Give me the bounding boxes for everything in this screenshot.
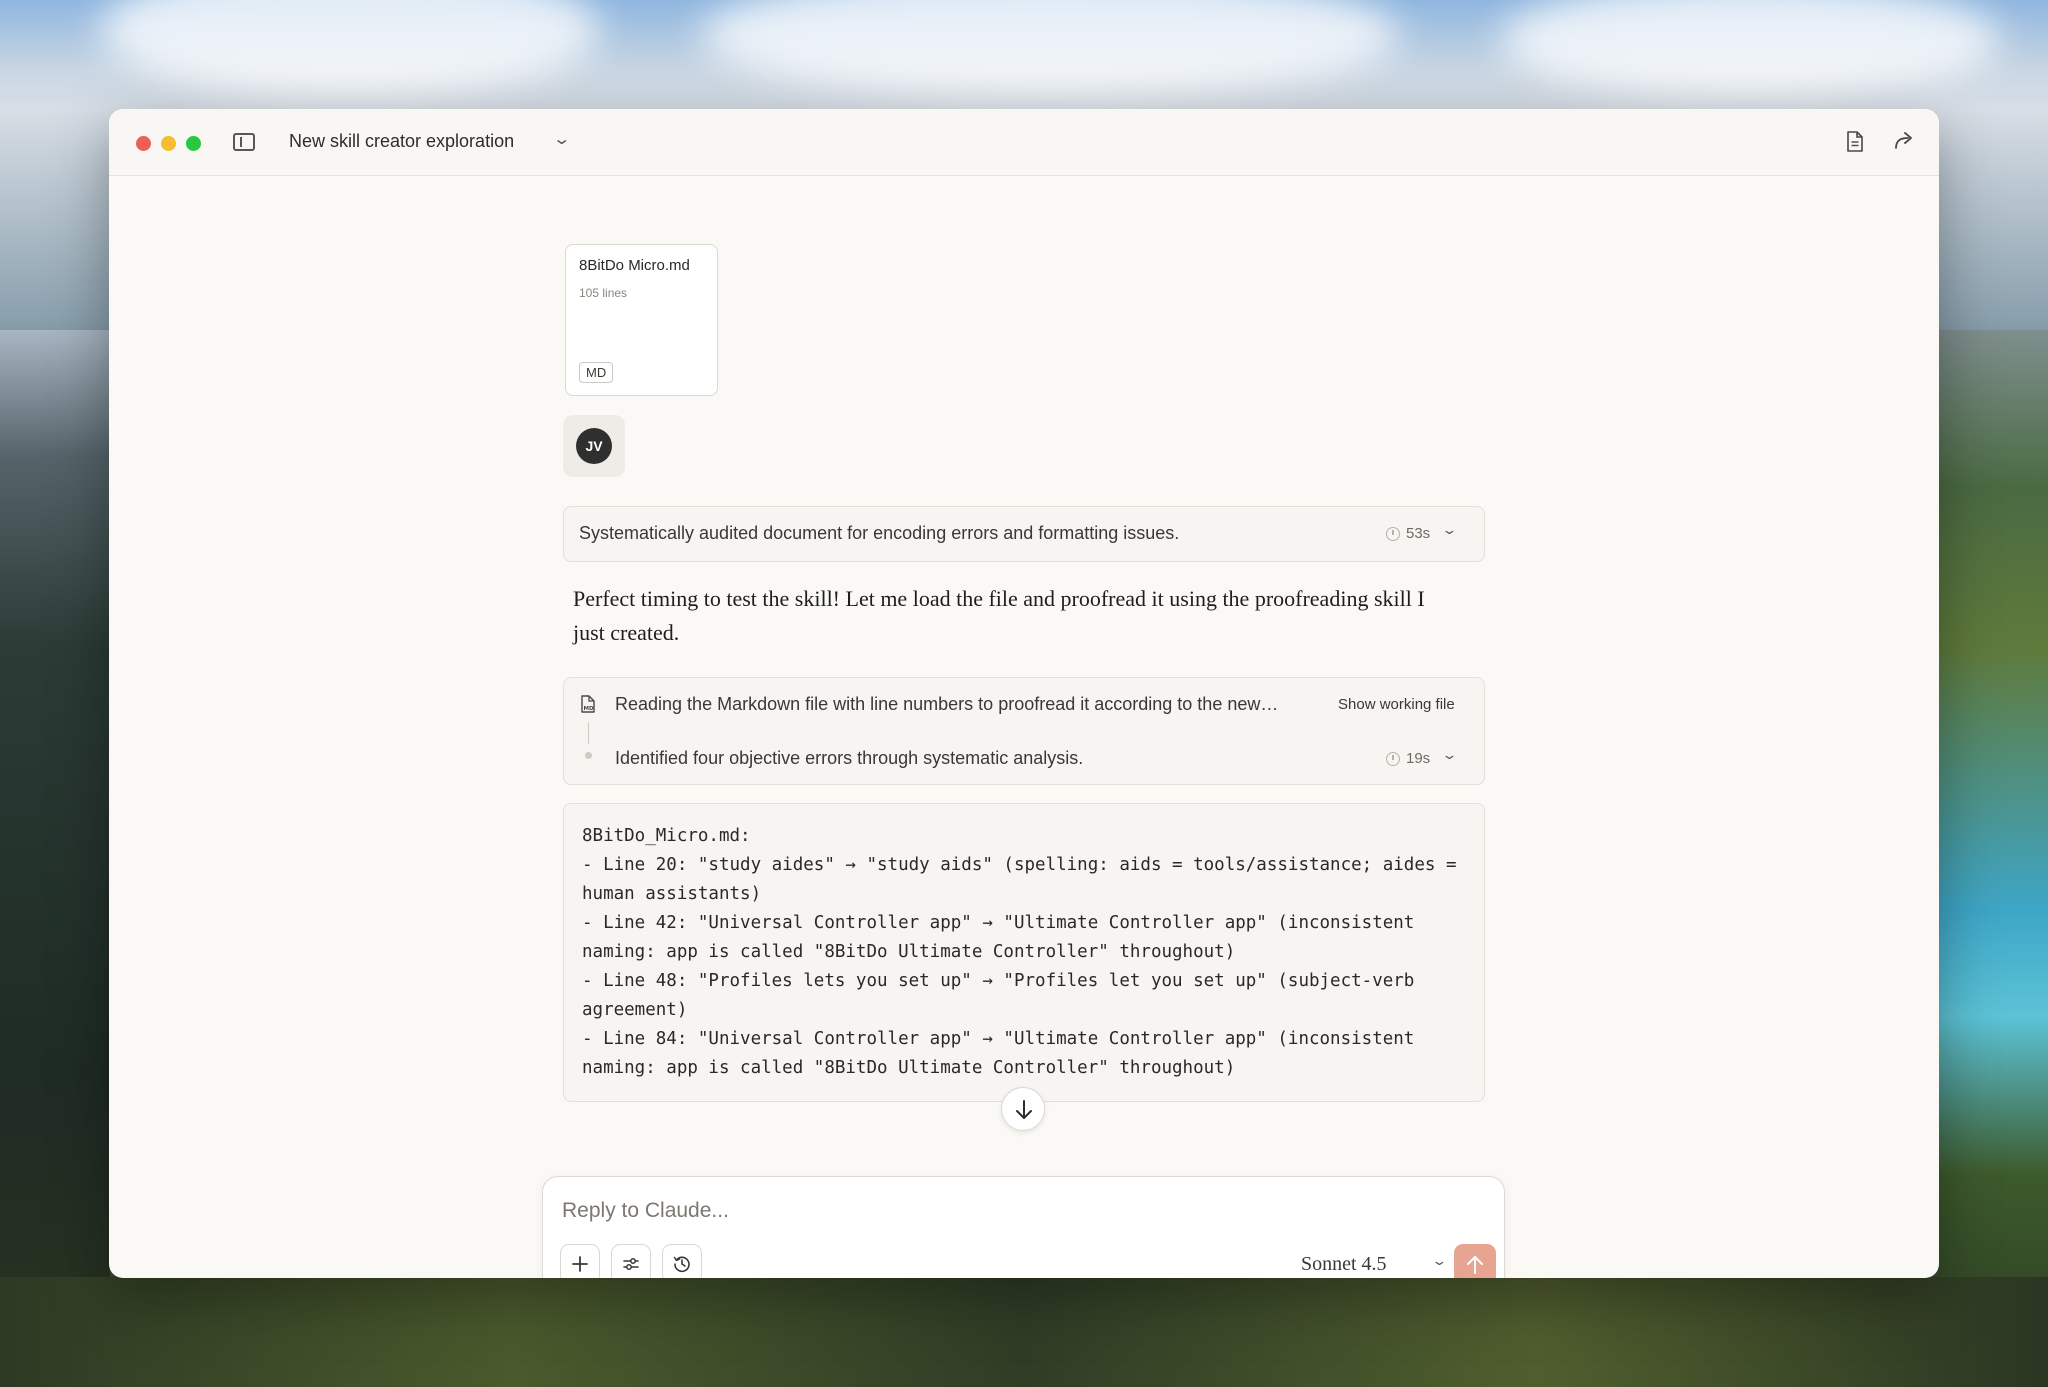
tool-steps-panel: MD Reading the Markdown file with line n… bbox=[563, 677, 1485, 785]
thinking-summary[interactable]: Systematically audited document for enco… bbox=[563, 506, 1485, 562]
code-block: 8BitDo_Micro.md: - Line 20: "study aides… bbox=[563, 803, 1485, 1102]
show-working-file-button[interactable]: Show working file bbox=[1338, 696, 1455, 713]
history-button[interactable] bbox=[662, 1244, 702, 1278]
sliders-icon bbox=[623, 1258, 639, 1270]
tool-step-reading: Reading the Markdown file with line numb… bbox=[615, 694, 1279, 714]
tools-settings-button[interactable] bbox=[611, 1244, 651, 1278]
background-cloud bbox=[700, 0, 1400, 100]
background-landscape-left bbox=[0, 330, 110, 1387]
analysis-duration: 19s bbox=[1406, 750, 1431, 767]
background-cloud bbox=[100, 0, 600, 100]
minimize-window-button[interactable] bbox=[161, 136, 176, 151]
chevron-down-icon[interactable]: ⌄ bbox=[1431, 1253, 1447, 1269]
timeline-dot bbox=[585, 752, 592, 759]
chevron-down-icon[interactable]: ⌄ bbox=[552, 129, 571, 149]
background-cloud bbox=[1500, 0, 2000, 100]
arrow-up-icon bbox=[1467, 1256, 1483, 1274]
model-selector[interactable]: Sonnet 4.5 bbox=[1301, 1253, 1387, 1276]
attachment-card[interactable]: 8BitDo Micro.md 105 lines MD bbox=[565, 244, 718, 396]
thinking-summary-text: Systematically audited document for enco… bbox=[579, 523, 1180, 543]
attachment-name: 8BitDo Micro.md bbox=[579, 257, 690, 274]
zoom-window-button[interactable] bbox=[186, 136, 201, 151]
reply-composer: Sonnet 4.5 ⌄ bbox=[542, 1176, 1505, 1278]
conversation-area: 8BitDo Micro.md 105 lines MD JV Systemat… bbox=[109, 176, 1939, 1278]
background-landscape-bottom bbox=[0, 1277, 2048, 1387]
tool-step-analysis: Identified four objective errors through… bbox=[615, 748, 1084, 768]
history-icon bbox=[673, 1256, 690, 1273]
arrow-down-icon bbox=[1016, 1100, 1032, 1119]
code-block-content: 8BitDo_Micro.md: - Line 20: "study aides… bbox=[582, 826, 1457, 1078]
avatar: JV bbox=[576, 428, 612, 464]
file-type-badge: MD bbox=[579, 362, 614, 383]
chevron-down-icon[interactable]: ⌄ bbox=[1441, 747, 1457, 763]
clock-icon bbox=[1386, 527, 1400, 541]
title-bar: New skill creator exploration ⌄ bbox=[109, 109, 1939, 176]
background-landscape-right bbox=[1938, 330, 2048, 1387]
markdown-file-icon: MD bbox=[581, 695, 595, 713]
clock-icon bbox=[1386, 752, 1400, 766]
timeline-connector bbox=[588, 722, 589, 744]
add-attachment-button[interactable] bbox=[560, 1244, 600, 1278]
reply-input[interactable] bbox=[562, 1196, 1462, 1226]
user-message-bubble: JV bbox=[563, 415, 625, 477]
document-icon[interactable] bbox=[1847, 131, 1863, 152]
chevron-down-icon[interactable]: ⌄ bbox=[1441, 522, 1457, 538]
thinking-duration: 53s bbox=[1406, 525, 1431, 542]
send-button[interactable] bbox=[1454, 1244, 1496, 1278]
scroll-to-bottom-button[interactable] bbox=[1001, 1087, 1045, 1131]
sidebar-toggle-icon[interactable] bbox=[233, 133, 255, 151]
share-icon[interactable] bbox=[1893, 129, 1915, 151]
attachment-line-count: 105 lines bbox=[579, 286, 628, 300]
conversation-title[interactable]: New skill creator exploration bbox=[289, 131, 514, 152]
plus-icon bbox=[572, 1256, 588, 1272]
app-window: New skill creator exploration ⌄ 8BitDo M… bbox=[109, 109, 1939, 1278]
svg-text:MD: MD bbox=[584, 706, 594, 712]
assistant-message: Perfect timing to test the skill! Let me… bbox=[573, 586, 1425, 645]
close-window-button[interactable] bbox=[136, 136, 151, 151]
